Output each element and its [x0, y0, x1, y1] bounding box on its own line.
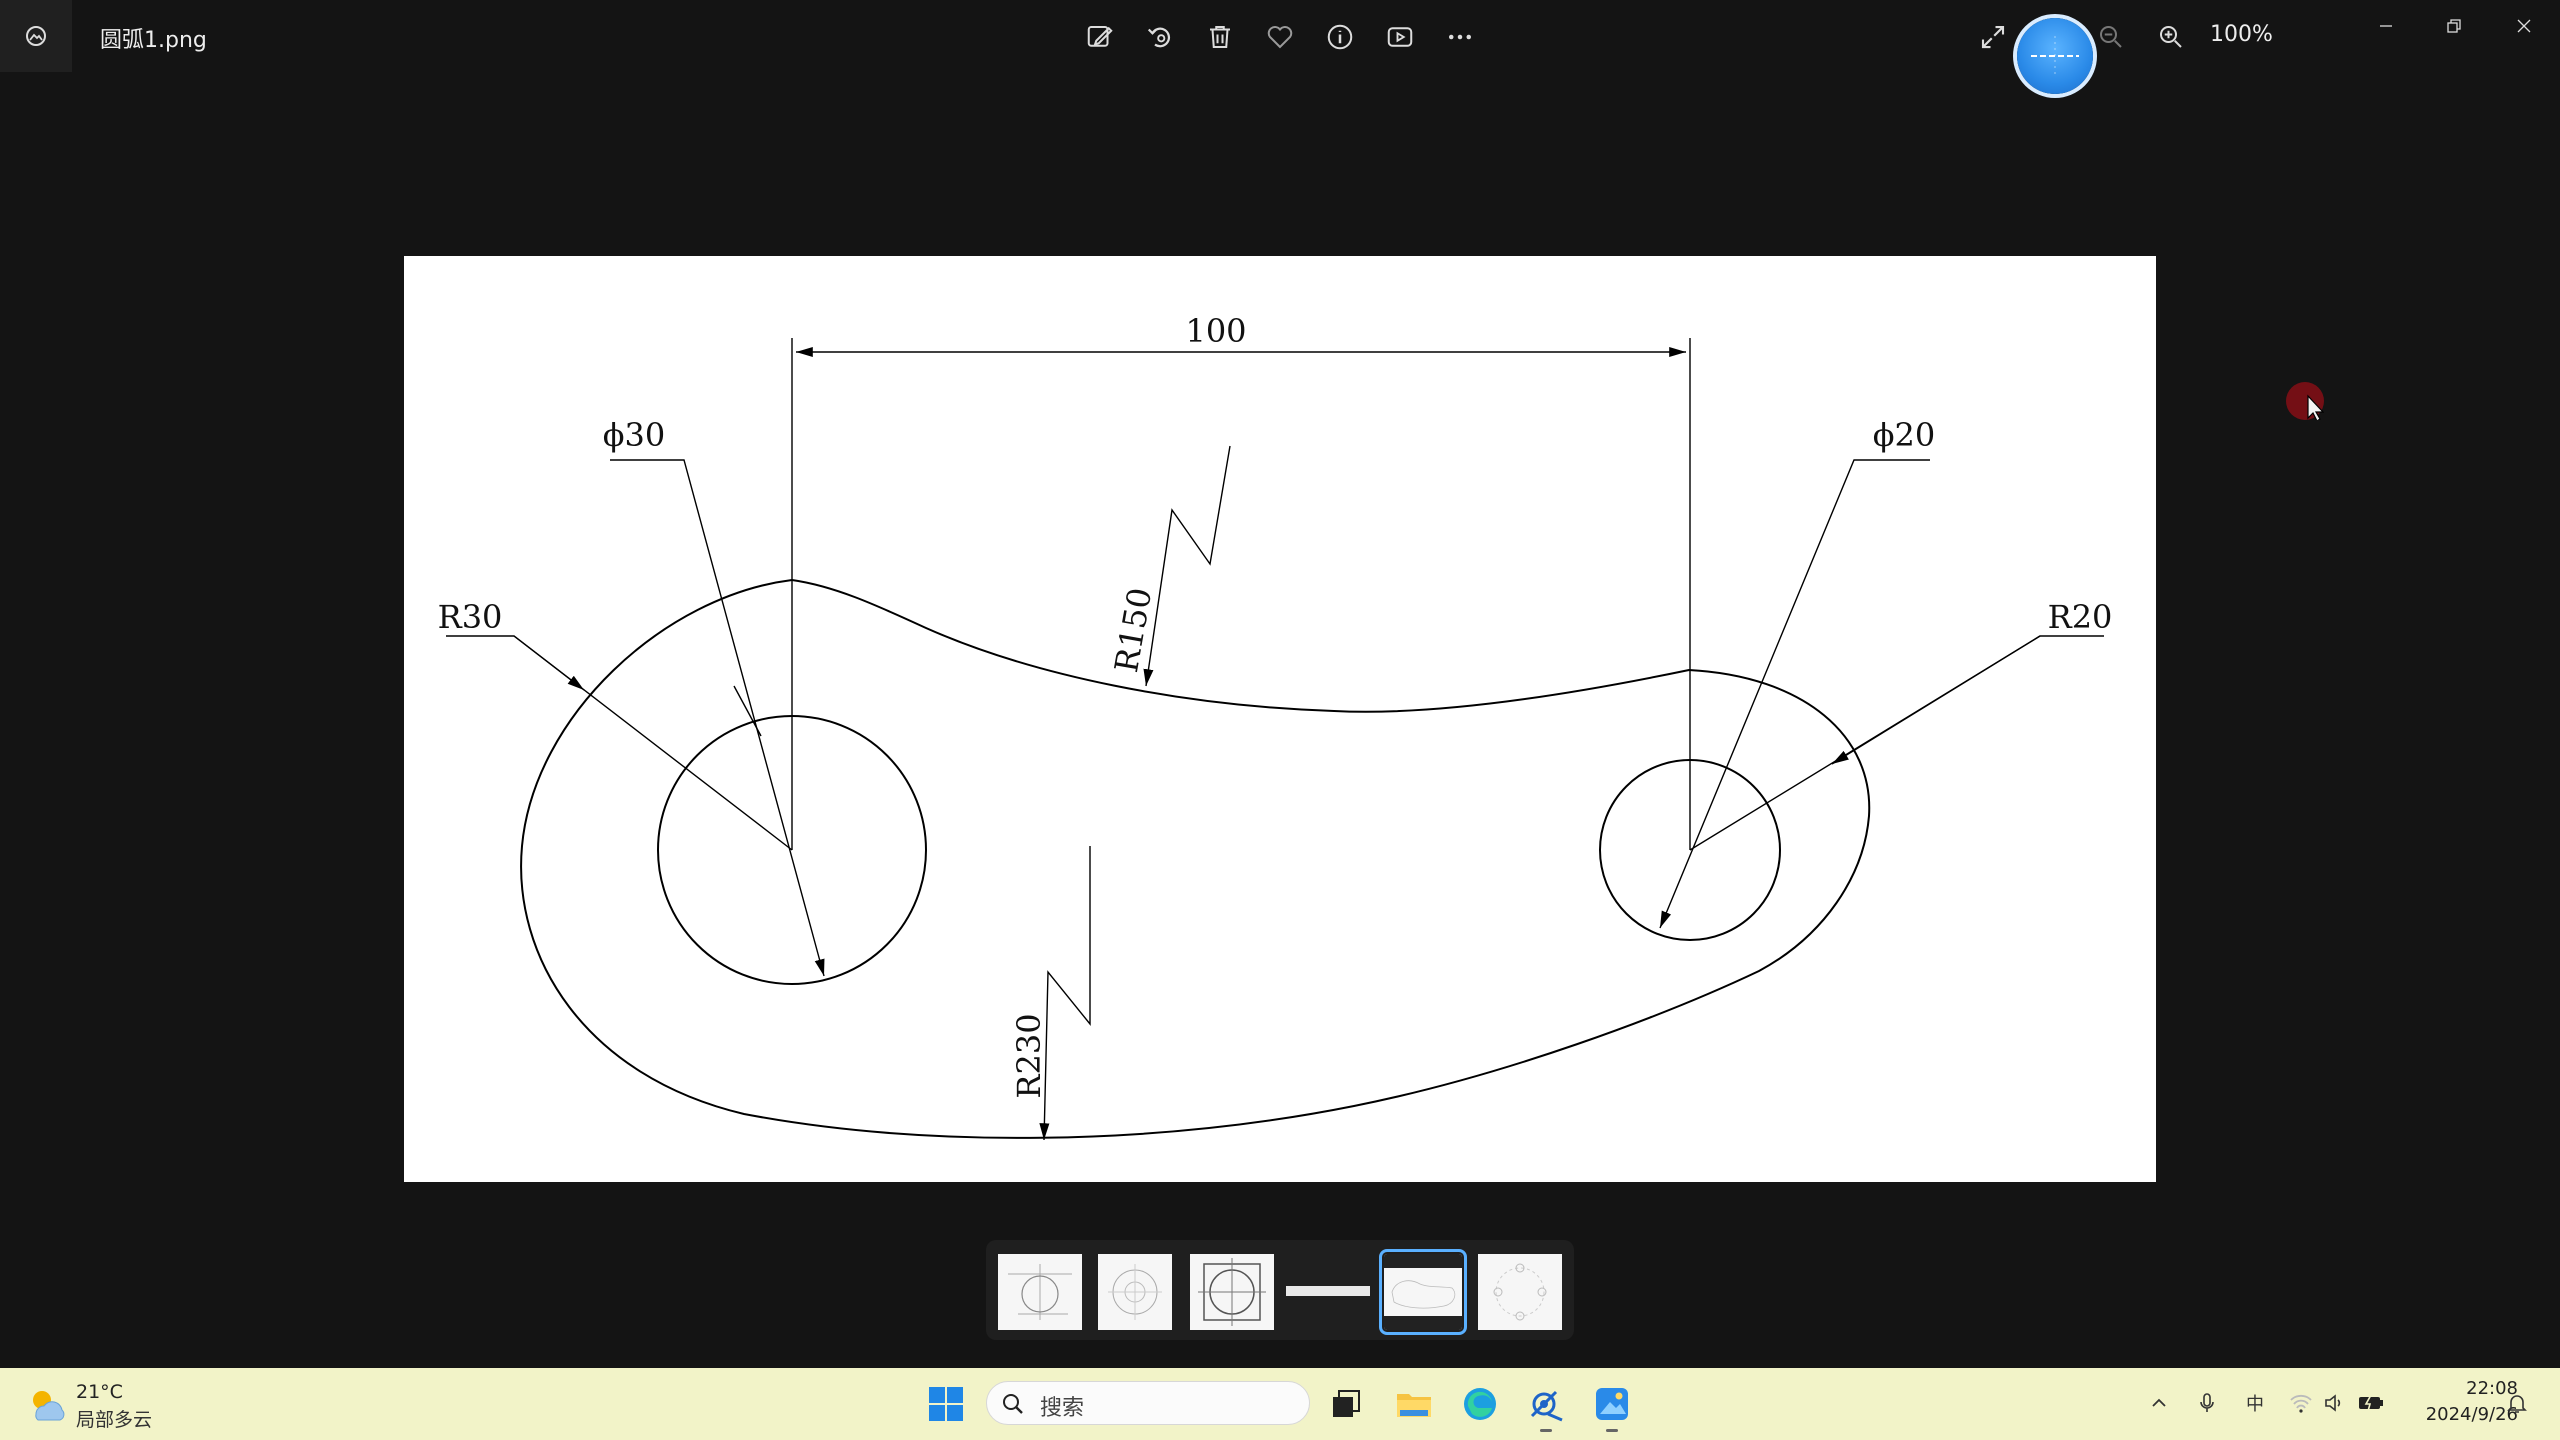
chevron-up-icon [2152, 1398, 2166, 1407]
slideshow-button[interactable] [1381, 18, 1419, 56]
more-icon [1449, 34, 1471, 40]
network-button[interactable] [2286, 1388, 2316, 1418]
volume-button[interactable] [2320, 1388, 2350, 1418]
photos-icon [26, 26, 46, 46]
filmstrip-thumbnail[interactable] [1190, 1254, 1274, 1330]
thumbnail-image [1008, 1264, 1072, 1320]
r230-leader [1039, 846, 1091, 1141]
cursor-highlight [2286, 382, 2325, 422]
search-icon [1003, 1394, 1023, 1414]
r20-leader [1689, 635, 2104, 851]
restore-button[interactable] [2424, 6, 2484, 46]
thumbnail-image [1108, 1264, 1162, 1320]
dim-r230-label: R230 [1010, 1013, 1048, 1098]
favorite-button[interactable] [1261, 18, 1299, 56]
clock-date[interactable]: 2024/9/26 [2378, 1404, 2518, 1425]
dim-phi30-label: ϕ30 [603, 416, 666, 454]
cursor-icon [2307, 394, 2325, 422]
delete-button[interactable] [1201, 18, 1239, 56]
task-view-icon [1333, 1390, 1360, 1417]
wifi-icon [2290, 1394, 2312, 1413]
restore-icon [2447, 19, 2461, 33]
weather-temperature: 21°C [76, 1381, 123, 1403]
notifications-button[interactable] [2502, 1388, 2532, 1418]
close-button[interactable] [2494, 6, 2554, 46]
info-icon [1327, 24, 1353, 50]
thumbnail-image [1286, 1286, 1370, 1296]
cad-app-icon [1530, 1390, 1563, 1422]
more-options-button[interactable] [1441, 18, 1479, 56]
weather-widget[interactable] [22, 1380, 70, 1428]
filmstrip-thumbnail[interactable] [998, 1254, 1082, 1330]
cad-drawing: 100 ϕ30 ϕ20 R30 R20 R150 R230 [438, 312, 2113, 1141]
search-placeholder: 搜索 [1040, 1396, 1085, 1421]
rotate-icon [1147, 27, 1171, 48]
fullscreen-icon [1981, 25, 2005, 49]
windows-logo-icon [929, 1387, 963, 1421]
taskbar-search[interactable] [986, 1381, 1310, 1425]
photos-app-icon [1596, 1388, 1628, 1420]
dim-100-label: 100 [1185, 312, 1246, 350]
zoom-out-icon [2100, 26, 2122, 48]
edit-image-button[interactable] [1081, 18, 1119, 56]
rotate-button[interactable] [1141, 18, 1179, 56]
minimize-icon [2380, 25, 2392, 27]
partly-cloudy-icon [33, 1391, 65, 1421]
favorite-icon [1267, 26, 1293, 49]
zoom-out-button[interactable] [2092, 18, 2130, 56]
photos-app-button[interactable] [1588, 1380, 1636, 1432]
floating-assistant-widget[interactable] [2017, 18, 2093, 94]
close-icon [2517, 19, 2531, 33]
microphone-button[interactable] [2192, 1388, 2222, 1418]
thumbnail-image [1198, 1258, 1266, 1326]
image-canvas: 100 ϕ30 ϕ20 R30 R20 R150 R230 [404, 256, 2156, 1182]
clock-time[interactable]: 22:08 [2378, 1378, 2518, 1399]
zoom-in-button[interactable] [2152, 18, 2190, 56]
start-button[interactable] [922, 1380, 970, 1428]
folder-icon [1397, 1394, 1431, 1417]
minimize-button[interactable] [2356, 6, 2416, 46]
zoom-level[interactable]: 100% [2210, 22, 2273, 47]
app-icon[interactable] [0, 0, 72, 72]
weather-description: 局部多云 [76, 1409, 153, 1431]
cad-app-button[interactable] [1522, 1380, 1570, 1432]
filmstrip-thumbnail[interactable] [1286, 1254, 1370, 1330]
dim-r30-label: R30 [438, 598, 503, 636]
filmstrip-thumbnail[interactable] [1098, 1254, 1172, 1330]
bell-icon [2507, 1395, 2527, 1413]
filmstrip-thumbnail[interactable] [1478, 1254, 1562, 1330]
outer-contour [520, 578, 1871, 1139]
edit-icon [1087, 26, 1113, 47]
filmstrip [986, 1240, 1574, 1340]
zoom-in-icon [2160, 26, 2182, 48]
r150-leader [1143, 445, 1231, 687]
dim-phi20-label: ϕ20 [1873, 416, 1936, 454]
input-method-indicator[interactable]: 中 [2240, 1388, 2270, 1418]
file-explorer-button[interactable] [1390, 1380, 1438, 1428]
task-view-button[interactable] [1322, 1380, 1370, 1428]
widget-icon [2031, 36, 2079, 76]
microphone-icon [2200, 1393, 2214, 1412]
show-hidden-icons-button[interactable] [2144, 1388, 2174, 1418]
dim-r150-label: R150 [1107, 585, 1159, 675]
file-title: 圆弧1.png [100, 28, 207, 53]
phi20-leader [1659, 459, 1930, 929]
filmstrip-thumbnail-selected[interactable] [1379, 1249, 1467, 1335]
slideshow-icon [1387, 27, 1413, 47]
delete-icon [1210, 26, 1230, 48]
speaker-icon [2325, 1394, 2341, 1412]
file-info-button[interactable] [1321, 18, 1359, 56]
edge-browser-button[interactable] [1456, 1380, 1504, 1428]
fullscreen-button[interactable] [1974, 18, 2012, 56]
thumbnail-image [1493, 1263, 1547, 1321]
edge-icon [1464, 1388, 1496, 1420]
dim-r20-label: R20 [2048, 598, 2113, 636]
